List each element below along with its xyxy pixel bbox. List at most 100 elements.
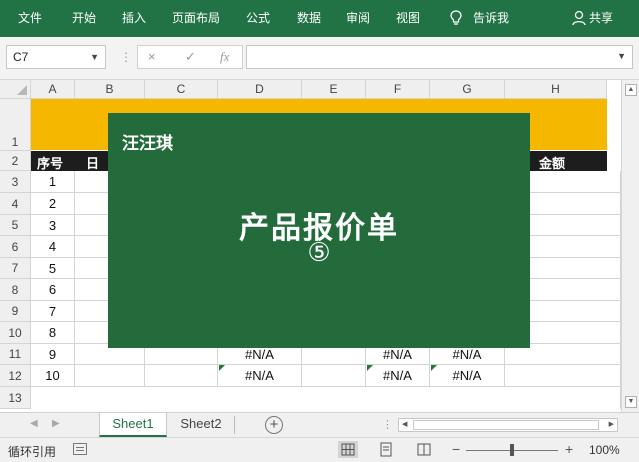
status-text: 循环引用	[8, 445, 57, 459]
row-header[interactable]: 2	[0, 151, 31, 171]
tab-insert[interactable]: 插入	[122, 11, 146, 26]
scroll-thumb[interactable]	[413, 420, 599, 430]
cell-a4[interactable]: 2	[31, 193, 75, 215]
tab-formulas[interactable]: 公式	[246, 11, 270, 26]
cell-a3[interactable]: 1	[31, 171, 75, 193]
more-options-icon: ⋮	[120, 50, 132, 64]
normal-view-button[interactable]	[338, 441, 358, 458]
prev-sheet-icon[interactable]: ◀	[30, 418, 38, 429]
add-sheet-button[interactable]: +	[265, 416, 283, 434]
zoom-in-button[interactable]: +	[565, 441, 573, 457]
row-header[interactable]: 8	[0, 279, 31, 301]
cell-g12[interactable]: #N/A	[430, 365, 505, 387]
brand-logo: 汪汪琪	[122, 134, 173, 153]
page-layout-view-button[interactable]	[376, 441, 396, 458]
error-indicator-icon[interactable]	[431, 365, 437, 371]
header-amount: 金额	[539, 156, 566, 171]
name-box[interactable]: C7 ▼	[6, 45, 106, 69]
page-break-icon	[417, 443, 431, 456]
column-header-c[interactable]: C	[145, 80, 218, 99]
cell-a5[interactable]: 3	[31, 215, 75, 236]
sheet-tab-bar: ◀ ▶ Sheet1 Sheet2 + ⋮ ◀ ▶	[0, 412, 639, 437]
page-icon	[380, 442, 392, 457]
zoom-level[interactable]: 100%	[589, 443, 620, 457]
cell-a8[interactable]: 6	[31, 279, 75, 301]
person-icon	[572, 10, 586, 26]
horizontal-scrollbar[interactable]: ◀ ▶	[398, 418, 618, 432]
vertical-scrollbar[interactable]: ▲ ▼	[621, 80, 639, 412]
column-header-f[interactable]: F	[366, 80, 430, 99]
tab-home[interactable]: 开始	[72, 11, 96, 26]
tab-divider	[234, 416, 235, 434]
chevron-down-icon[interactable]: ▼	[617, 51, 626, 61]
column-header-b[interactable]: B	[75, 80, 145, 99]
tell-me-box[interactable]: 告诉我	[473, 11, 509, 26]
row-header[interactable]: 11	[0, 344, 31, 365]
table-row[interactable]	[31, 387, 621, 409]
cell-a10[interactable]: 8	[31, 322, 75, 344]
ribbon: 文件 开始 插入 页面布局 公式 数据 审阅 视图 告诉我 共享	[0, 0, 639, 37]
formula-bar: C7 ▼ ⋮ × ✓ fx ▼	[0, 37, 639, 80]
macro-record-icon[interactable]	[73, 443, 87, 455]
status-bar: 循环引用 − + 100%	[0, 437, 639, 462]
column-header-a[interactable]: A	[31, 80, 75, 99]
select-all-button[interactable]	[0, 80, 31, 99]
tab-file[interactable]: 文件	[18, 11, 42, 26]
splitter-icon[interactable]: ⋮	[382, 418, 393, 431]
row-header[interactable]: 12	[0, 365, 31, 387]
next-sheet-icon[interactable]: ▶	[52, 418, 60, 429]
cell-a9[interactable]: 7	[31, 301, 75, 322]
cell-a11[interactable]: 9	[31, 344, 75, 365]
scroll-up-icon[interactable]: ▲	[625, 84, 637, 96]
scroll-down-icon[interactable]: ▼	[625, 396, 637, 408]
tab-review[interactable]: 审阅	[346, 11, 370, 26]
tab-data[interactable]: 数据	[297, 11, 321, 26]
tab-sheet1[interactable]: Sheet1	[99, 413, 167, 437]
header-seq: 序号	[37, 156, 64, 171]
zoom-slider-thumb[interactable]	[510, 444, 514, 456]
chevron-down-icon[interactable]: ▼	[90, 46, 99, 68]
cell-c12[interactable]	[145, 365, 218, 387]
error-indicator-icon[interactable]	[219, 365, 225, 371]
tab-page-layout[interactable]: 页面布局	[172, 11, 220, 26]
column-header-d[interactable]: D	[218, 80, 302, 99]
row-header[interactable]: 13	[0, 387, 31, 409]
formula-input[interactable]: ▼	[246, 45, 633, 69]
cancel-icon[interactable]: ×	[148, 49, 156, 64]
header-date: 日	[86, 156, 100, 171]
row-header[interactable]: 7	[0, 258, 31, 279]
cell-e12[interactable]	[302, 365, 366, 387]
row-header[interactable]: 4	[0, 193, 31, 215]
row-header[interactable]: 1	[0, 99, 31, 151]
tab-view[interactable]: 视图	[396, 11, 420, 26]
cell-a7[interactable]: 5	[31, 258, 75, 279]
row-header[interactable]: 5	[0, 215, 31, 236]
cell-a12[interactable]: 10	[31, 365, 75, 387]
title-card-overlay: 汪汪琪 产品报价单 ⑤	[108, 113, 530, 348]
insert-function-icon[interactable]: fx	[220, 49, 229, 65]
row-header[interactable]: 3	[0, 171, 31, 193]
share-button[interactable]: 共享	[589, 11, 613, 26]
page-break-view-button[interactable]	[414, 441, 434, 458]
cell-a6[interactable]: 4	[31, 236, 75, 258]
zoom-out-button[interactable]: −	[452, 441, 460, 457]
formula-buttons: × ✓ fx	[137, 45, 243, 69]
scroll-right-icon[interactable]: ▶	[609, 420, 614, 428]
row-header[interactable]: 10	[0, 322, 31, 344]
select-all-triangle	[17, 85, 27, 95]
cell-f12[interactable]: #N/A	[366, 365, 430, 387]
column-header-h[interactable]: H	[505, 80, 607, 99]
cell-d12[interactable]: #N/A	[218, 365, 302, 387]
grid-icon	[341, 443, 355, 456]
cell-b12[interactable]	[75, 365, 145, 387]
tab-sheet2[interactable]: Sheet2	[170, 413, 232, 437]
column-header-g[interactable]: G	[430, 80, 505, 99]
row-header[interactable]: 6	[0, 236, 31, 258]
enter-icon[interactable]: ✓	[185, 49, 196, 65]
cell-h12[interactable]	[505, 365, 621, 387]
lightbulb-icon	[450, 10, 462, 25]
scroll-left-icon[interactable]: ◀	[402, 420, 407, 428]
column-header-e[interactable]: E	[302, 80, 366, 99]
error-indicator-icon[interactable]	[367, 365, 373, 371]
row-header[interactable]: 9	[0, 301, 31, 322]
